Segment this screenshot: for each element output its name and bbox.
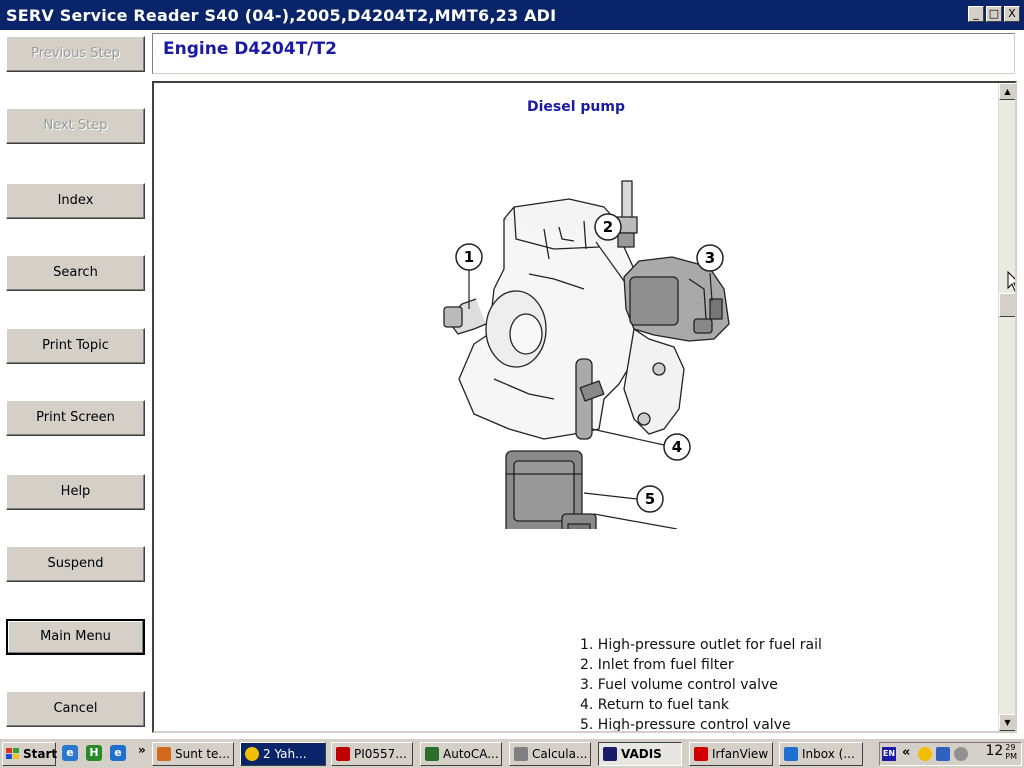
main-menu-button[interactable]: Main Menu [6, 619, 145, 655]
messenger-tray-icon[interactable] [918, 747, 932, 761]
index-button[interactable]: Index [6, 183, 145, 219]
figure-title: Diesel pump [526, 99, 625, 115]
autocad-icon [425, 747, 439, 761]
next-step-button[interactable]: Next Step [6, 108, 145, 144]
svg-text:4: 4 [672, 438, 682, 456]
minimize-button[interactable]: _ [968, 6, 984, 22]
start-label: Start [23, 747, 58, 761]
vadis-icon [603, 747, 617, 761]
previous-step-button[interactable]: Previous Step [6, 36, 145, 72]
desktop-quicklaunch-icon[interactable]: e [62, 745, 78, 761]
task-pdf[interactable]: PI0557... [331, 742, 413, 766]
windows-flag-icon [6, 748, 19, 759]
legend-item: 2. Inlet from fuel filter [580, 657, 734, 673]
task-firefox[interactable]: Sunt te... [152, 742, 234, 766]
page-title: Engine D4204T/T2 [163, 39, 337, 59]
search-button[interactable]: Search [6, 255, 145, 291]
client-area: Previous Step Next Step Index Search Pri… [0, 30, 1024, 738]
quicklaunch-more-icon[interactable]: » [138, 743, 146, 757]
task-irfanview[interactable]: IrfanView [689, 742, 773, 766]
figure-legend: 1. High-pressure outlet for fuel rail 2.… [580, 635, 822, 733]
maximize-button[interactable]: □ [986, 6, 1002, 22]
svg-text:5: 5 [645, 490, 655, 508]
clock[interactable]: 12 29 PM [985, 743, 1017, 761]
legend-item: 5. High-pressure control valve [580, 717, 791, 733]
language-indicator[interactable]: EN [882, 747, 896, 761]
volume-tray-icon[interactable] [954, 747, 968, 761]
header-panel: Engine D4204T/T2 [152, 33, 1015, 74]
title-bar: SERV Service Reader S40 (04-),2005,D4204… [0, 0, 1024, 30]
system-tray: EN « 12 29 PM [879, 742, 1022, 766]
start-button[interactable]: Start [2, 742, 58, 766]
print-screen-button[interactable]: Print Screen [6, 400, 145, 436]
taskbar: Start e H e » Sunt te... 2 Yah... PI0557… [0, 738, 1024, 768]
task-inbox[interactable]: Inbox (... [779, 742, 863, 766]
diagram-callouts-lower: 4 5 [583, 428, 691, 513]
help-button[interactable]: Help [6, 474, 145, 510]
task-vadis[interactable]: VADIS [598, 742, 682, 766]
ie-icon [784, 747, 798, 761]
task-autocad[interactable]: AutoCA... [420, 742, 502, 766]
firefox-icon [157, 747, 171, 761]
network-tray-icon[interactable] [936, 747, 950, 761]
content-panel: Diesel pump 1 2 3 4 5 1. High-pressure o… [152, 81, 1017, 733]
suspend-button[interactable]: Suspend [6, 546, 145, 582]
app-quicklaunch-icon[interactable]: H [86, 745, 102, 761]
print-topic-button[interactable]: Print Topic [6, 328, 145, 364]
cancel-button[interactable]: Cancel [6, 691, 145, 727]
window-title: SERV Service Reader S40 (04-),2005,D4204… [6, 5, 557, 25]
callout-4: 4 [591, 428, 691, 461]
mouse-cursor-icon [1007, 271, 1015, 292]
scroll-thumb[interactable] [999, 293, 1015, 317]
yahoo-messenger-icon [245, 747, 259, 761]
legend-item: 1. High-pressure outlet for fuel rail [580, 637, 822, 653]
ie-quicklaunch-icon[interactable]: e [110, 745, 126, 761]
callout-5: 5 [583, 485, 664, 513]
close-button[interactable]: X [1004, 6, 1020, 22]
task-calculator[interactable]: Calcula... [509, 742, 591, 766]
task-yahoo[interactable]: 2 Yah... [240, 742, 326, 766]
legend-item: 3. Fuel volume control valve [580, 677, 778, 693]
calculator-icon [514, 747, 528, 761]
pdf-icon [336, 747, 350, 761]
vertical-scrollbar[interactable]: ▲ ▼ [998, 83, 1015, 731]
scroll-up-button[interactable]: ▲ [999, 83, 1015, 100]
legend-item: 4. Return to fuel tank [580, 697, 730, 713]
irfanview-icon [694, 747, 708, 761]
tray-expand-icon[interactable]: « [902, 745, 910, 760]
scroll-down-button[interactable]: ▼ [999, 714, 1015, 731]
